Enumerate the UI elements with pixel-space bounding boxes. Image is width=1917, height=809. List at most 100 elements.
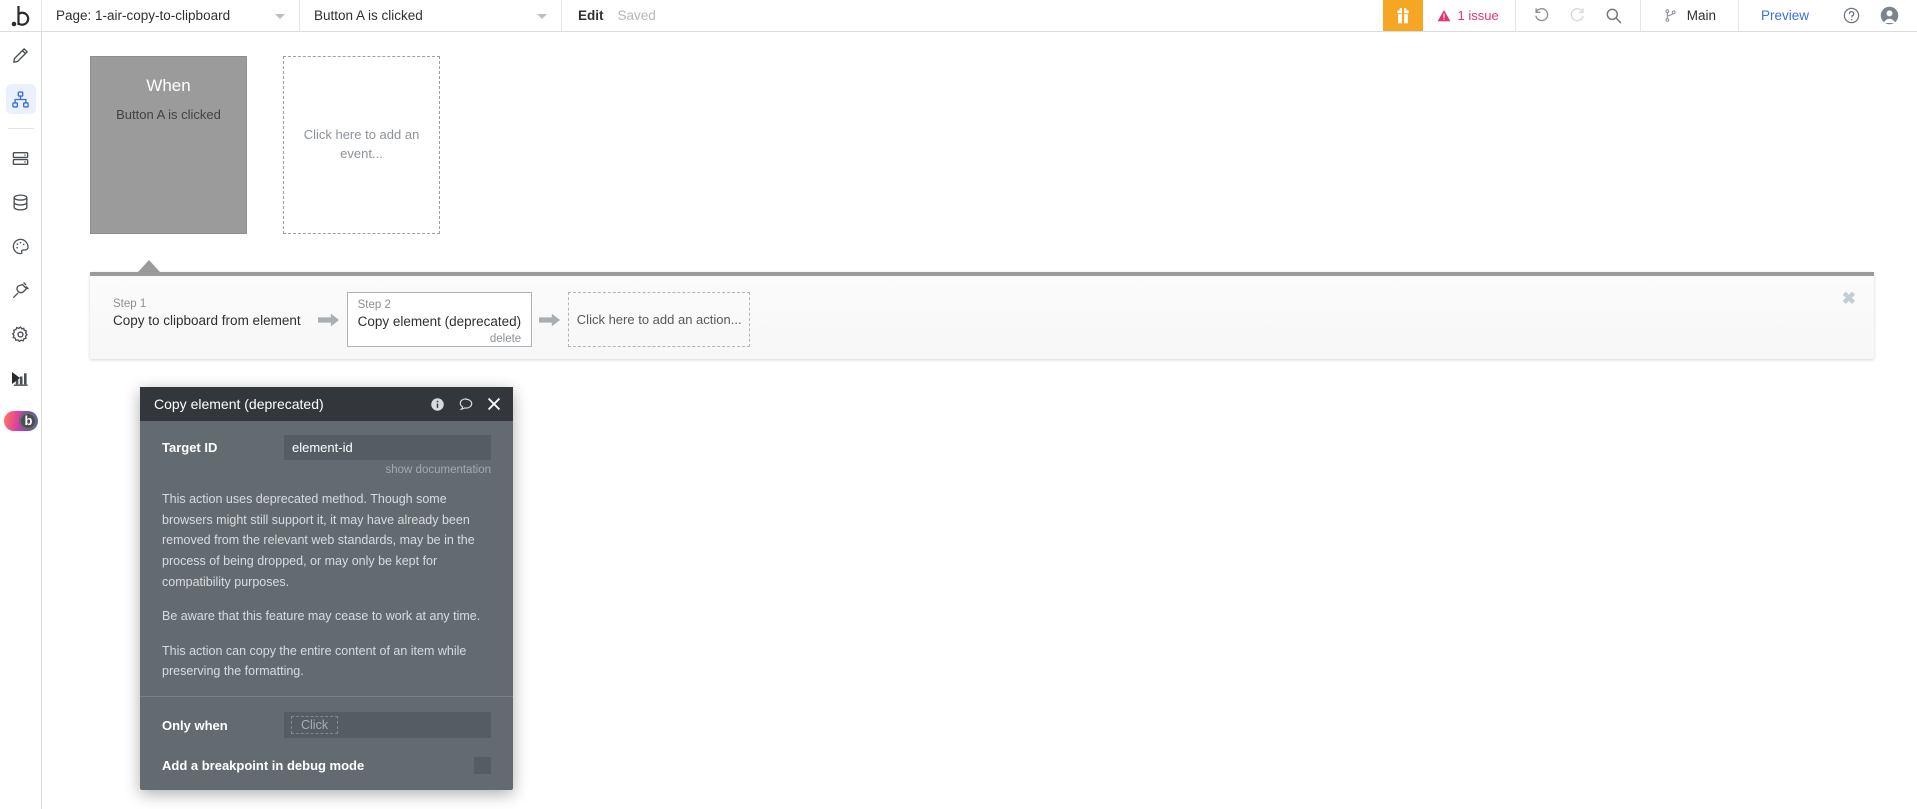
- issue-count-label: 1 issue: [1457, 8, 1499, 23]
- event-row: When Button A is clicked Click here to a…: [90, 56, 440, 234]
- event-selector-label: Button A is clicked: [314, 8, 423, 23]
- description-paragraph-1: This action uses deprecated method. Thou…: [162, 492, 475, 589]
- bubble-logo-toggle[interactable]: b: [3, 411, 38, 431]
- property-editor-header: Copy element (deprecated): [140, 387, 513, 421]
- redo-glyph: [1570, 8, 1584, 22]
- top-toolbar: Page: 1-air-copy-to-clipboard Button A i…: [0, 0, 1917, 32]
- undo-icon[interactable]: [1526, 1, 1558, 31]
- breakpoint-row: Add a breakpoint in debug mode: [162, 757, 491, 774]
- help-glyph: [1843, 7, 1859, 24]
- gear-icon: [11, 325, 28, 342]
- property-editor-footer: Only when Click Add a breakpoint in debu…: [140, 697, 513, 790]
- step-delete-link[interactable]: delete: [358, 333, 521, 345]
- comment-bubble-icon[interactable]: [458, 396, 474, 412]
- sidebar-item-workflow[interactable]: [5, 84, 36, 114]
- event-block-button-a-clicked[interactable]: When Button A is clicked: [90, 56, 247, 234]
- sidebar-item-database[interactable]: [6, 187, 36, 217]
- description-paragraph-2: Be aware that this feature may cease to …: [162, 609, 481, 624]
- event-when-subtitle: Button A is clicked: [116, 107, 221, 122]
- expand-panel-arrow-icon[interactable]: [12, 372, 20, 384]
- arrow-right-icon: [532, 292, 568, 347]
- actions-panel: ✖ Step 1 Copy to clipboard from element …: [90, 272, 1874, 359]
- event-selector[interactable]: Button A is clicked: [300, 0, 562, 31]
- bubble-b-glyph: [11, 5, 29, 26]
- only-when-input[interactable]: Click: [284, 712, 491, 738]
- account-tools-group: [1831, 0, 1917, 31]
- gift-glyph: [1396, 7, 1409, 24]
- sidebar-item-data-layers[interactable]: [6, 143, 36, 173]
- breakpoint-label: Add a breakpoint in debug mode: [162, 758, 365, 773]
- add-event-label: Click here to add an event...: [303, 127, 420, 161]
- step-name-label: Copy element (deprecated): [357, 314, 522, 329]
- close-icon[interactable]: ✖: [1842, 290, 1856, 307]
- close-glyph: [487, 397, 501, 411]
- comment-glyph: [459, 398, 473, 410]
- step-name-label: Copy to clipboard from element: [113, 313, 301, 328]
- close-icon[interactable]: [487, 397, 501, 411]
- arrow-glyph: [539, 313, 561, 326]
- user-avatar-icon[interactable]: [1873, 1, 1905, 31]
- target-id-input[interactable]: [284, 435, 491, 460]
- history-tools-group: [1516, 0, 1641, 31]
- sidebar-item-plugins[interactable]: [6, 275, 36, 305]
- undo-glyph: [1535, 8, 1549, 22]
- database-icon: [13, 193, 28, 211]
- search-icon[interactable]: [1598, 1, 1630, 31]
- sidebar-item-styles[interactable]: [6, 231, 36, 261]
- saved-status-label: Saved: [617, 8, 656, 23]
- steps-row: Step 1 Copy to clipboard from element St…: [107, 292, 751, 347]
- workflow-canvas: When Button A is clicked Click here to a…: [43, 32, 1917, 809]
- avatar-glyph: [1880, 6, 1898, 25]
- info-glyph: [431, 397, 444, 411]
- sidebar-item-settings[interactable]: [6, 319, 36, 349]
- only-when-row: Only when Click: [162, 712, 491, 738]
- rail-divider: [7, 128, 34, 129]
- preview-button[interactable]: Preview: [1739, 0, 1831, 31]
- panel-pointer-arrow: [138, 260, 160, 272]
- event-when-title: When: [146, 76, 191, 95]
- step-card-2[interactable]: Step 2 Copy element (deprecated) delete: [346, 292, 533, 347]
- property-editor-body: Target ID show documentation This action…: [140, 421, 513, 682]
- show-documentation-link[interactable]: show documentation: [162, 464, 491, 476]
- arrow-glyph: [317, 313, 339, 326]
- only-when-label: Only when: [162, 717, 228, 733]
- issue-indicator[interactable]: 1 issue: [1423, 0, 1516, 31]
- left-nav-rail: b: [0, 32, 42, 809]
- sidebar-item-logs[interactable]: [6, 363, 36, 393]
- bubble-logo-b-glyph: b: [24, 413, 33, 428]
- add-action-placeholder[interactable]: Click here to add an action...: [568, 292, 751, 347]
- git-branch-icon: [1665, 9, 1676, 22]
- search-glyph: [1606, 8, 1622, 24]
- step-number-label: Step 1: [113, 298, 147, 310]
- target-id-label: Target ID: [162, 440, 218, 455]
- preview-label: Preview: [1760, 8, 1809, 23]
- pencil-icon: [13, 47, 28, 63]
- add-action-label: Click here to add an action...: [576, 312, 742, 327]
- page-selector[interactable]: Page: 1-air-copy-to-clipboard: [42, 0, 300, 31]
- bubble-logo-icon[interactable]: [0, 0, 42, 31]
- add-event-placeholder[interactable]: Click here to add an event...: [283, 56, 440, 234]
- chevron-down-icon: [537, 13, 547, 19]
- help-circle-icon[interactable]: [1835, 1, 1867, 31]
- redo-icon[interactable]: [1562, 1, 1594, 31]
- gift-icon[interactable]: [1382, 0, 1423, 31]
- sidebar-item-design[interactable]: [6, 40, 36, 70]
- warning-triangle-icon: [1437, 9, 1450, 21]
- step-card-1[interactable]: Step 1 Copy to clipboard from element: [107, 292, 311, 347]
- branch-selector[interactable]: Main: [1641, 0, 1739, 31]
- breakpoint-checkbox[interactable]: [474, 757, 491, 774]
- only-when-chip[interactable]: Click: [291, 716, 339, 734]
- arrow-right-icon: [311, 292, 347, 347]
- layers-icon: [12, 151, 29, 165]
- description-paragraph-3: This action can copy the entire content …: [162, 643, 467, 679]
- chevron-down-icon: [275, 13, 285, 19]
- palette-icon: [12, 238, 29, 254]
- plug-icon: [13, 281, 29, 298]
- page-selector-label: Page: 1-air-copy-to-clipboard: [56, 8, 231, 23]
- branch-name-label: Main: [1686, 8, 1716, 23]
- target-id-row: Target ID: [162, 435, 491, 460]
- info-circle-icon[interactable]: [430, 397, 445, 412]
- edit-mode-label[interactable]: Edit: [578, 8, 604, 23]
- edit-status-group: Edit Saved: [562, 0, 1383, 31]
- property-editor-title: Copy element (deprecated): [154, 396, 324, 412]
